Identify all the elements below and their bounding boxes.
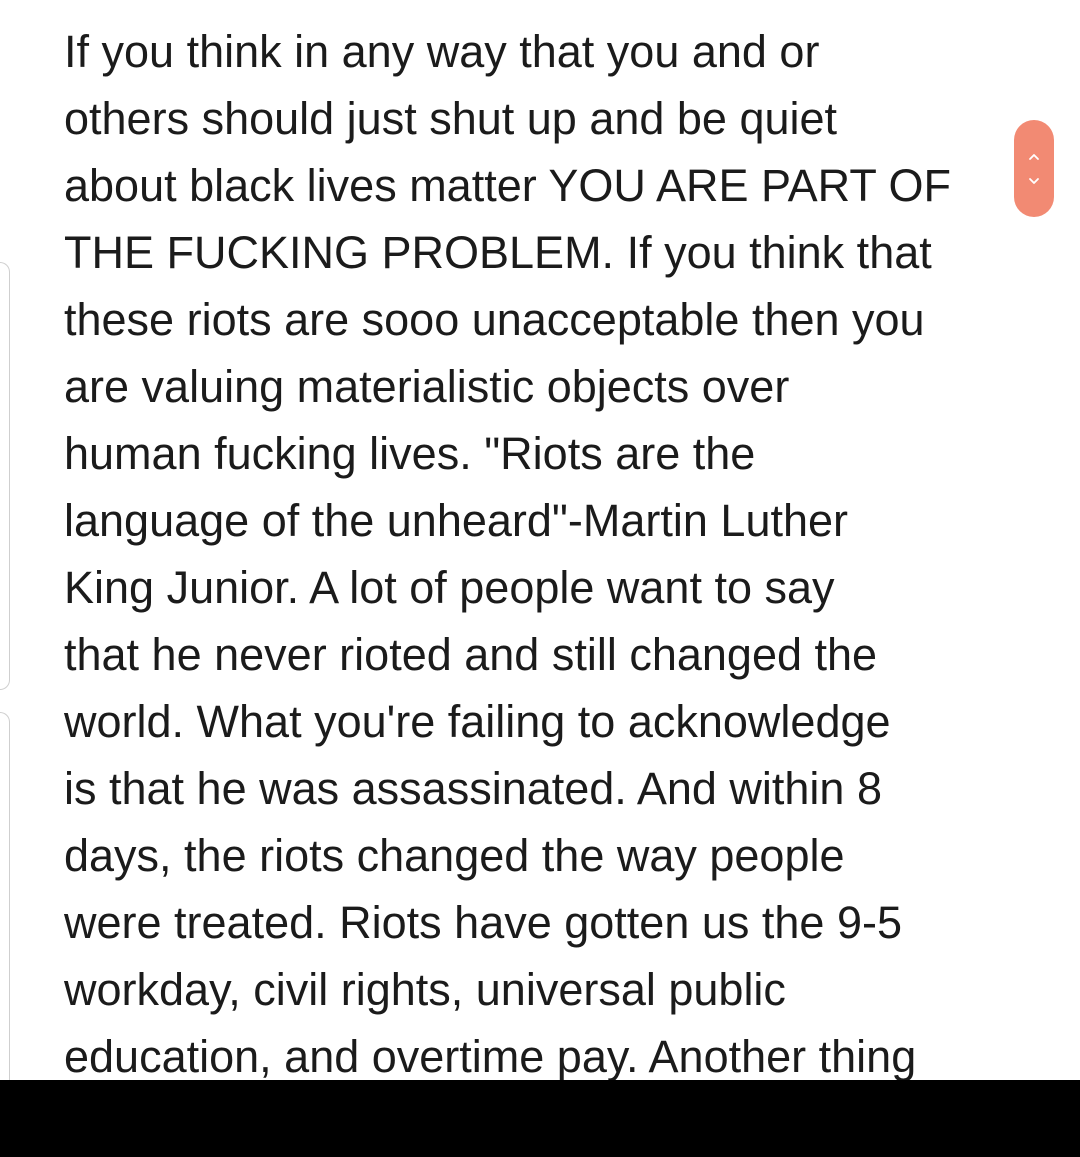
note-body-text[interactable]: If you think in any way that you and or …	[64, 18, 1014, 1090]
note-line: days, the riots changed the way people	[64, 830, 845, 881]
note-line: human fucking lives. "Riots are the	[64, 428, 756, 479]
note-line: language of the unheard"-Martin Luther	[64, 495, 849, 546]
note-line: is that he was assassinated. And within …	[64, 763, 882, 814]
note-line: world. What you're failing to acknowledg…	[64, 696, 891, 747]
chevron-up-icon[interactable]	[1027, 150, 1041, 164]
note-line: were treated. Riots have gotten us the 9…	[64, 897, 902, 948]
note-line: others should just shut up and be quiet	[64, 93, 838, 144]
note-line: THE FUCKING PROBLEM. If you think that	[64, 227, 932, 278]
note-line: these riots are sooo unacceptable then y…	[64, 294, 925, 345]
note-line: about black lives matter YOU ARE PART OF	[64, 160, 952, 211]
note-screen: If you think in any way that you and or …	[0, 0, 1080, 1157]
chevron-down-icon[interactable]	[1027, 174, 1041, 188]
left-edge-panel-handle-lower[interactable]	[0, 712, 10, 1092]
note-line: that he never rioted and still changed t…	[64, 629, 878, 680]
note-line: are valuing materialistic objects over	[64, 361, 790, 412]
fast-scroll-control[interactable]	[1014, 120, 1054, 217]
note-line: workday, civil rights, universal public	[64, 964, 786, 1015]
note-line: If you think in any way that you and or	[64, 26, 820, 77]
system-navigation-bar	[0, 1080, 1080, 1157]
note-line: King Junior. A lot of people want to say	[64, 562, 835, 613]
left-edge-panel-handle[interactable]	[0, 262, 10, 690]
